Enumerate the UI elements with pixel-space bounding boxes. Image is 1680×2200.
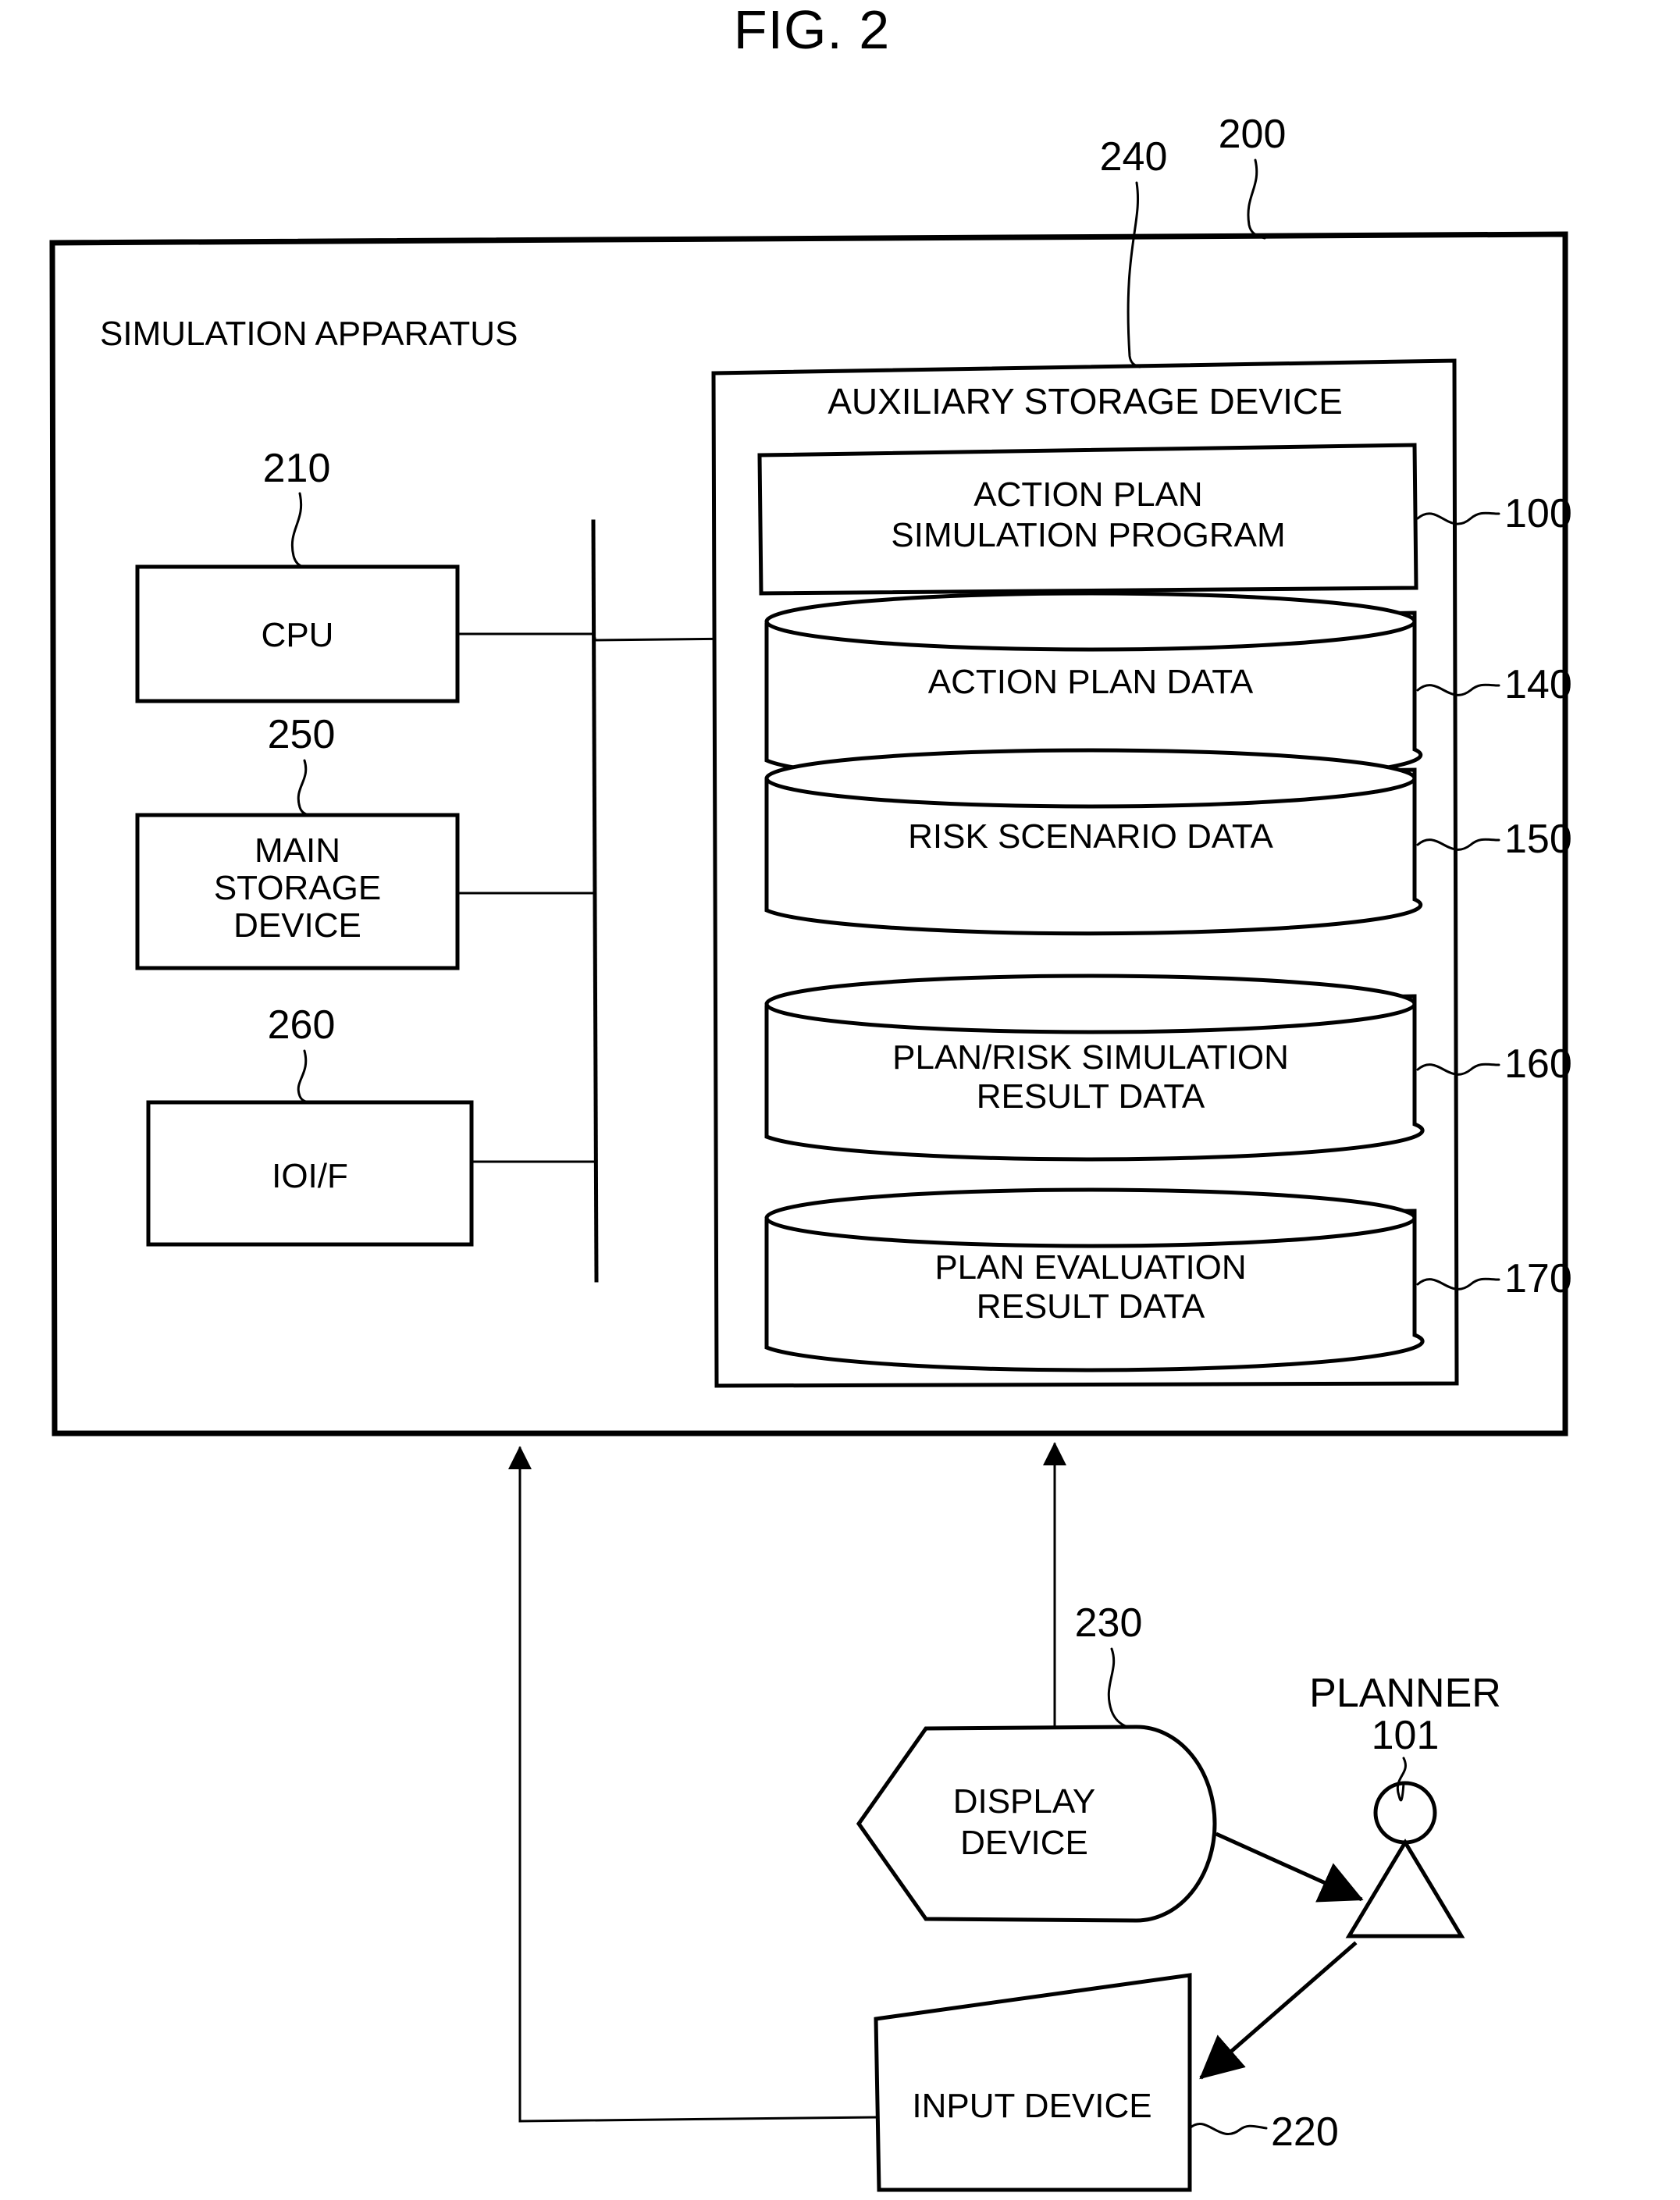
ref-160: 160 <box>1504 1041 1572 1087</box>
main-storage-line-3: DEVICE <box>233 906 361 945</box>
ref-250-leader <box>297 759 311 817</box>
ref-260-leader <box>297 1049 311 1104</box>
display-device-line-2: DEVICE <box>960 1824 1088 1862</box>
ref-220-leader <box>1188 2122 1268 2136</box>
main-storage-line-1: MAIN <box>254 831 340 870</box>
ref-210: 210 <box>263 446 331 491</box>
simulation-apparatus-label: SIMULATION APPARATUS <box>100 315 518 353</box>
risk-scenario-data-label: RISK SCENARIO DATA <box>908 817 1273 856</box>
ref-240: 240 <box>1100 134 1168 180</box>
ref-100: 100 <box>1504 491 1572 536</box>
plan-evaluation-result-data-line-2: RESULT DATA <box>977 1287 1205 1326</box>
patent-figure-svg: FIG. 2 SIMULATION APPARATUS 200 CPU 210 … <box>49 0 1572 2192</box>
display-to-planner-arrow <box>1215 1832 1364 1903</box>
ref-101: 101 <box>1372 1713 1440 1758</box>
figure-title: FIG. 2 <box>734 0 890 60</box>
figure-canvas: FIG. 2 SIMULATION APPARATUS 200 CPU 210 … <box>0 0 1680 2200</box>
io-interface-label: IOI/F <box>272 1157 348 1195</box>
ref-260: 260 <box>268 1002 336 1048</box>
input-device-shape <box>874 1973 1192 2192</box>
ref-150: 150 <box>1504 817 1572 862</box>
plan-risk-simulation-result-data-line-2: RESULT DATA <box>977 1077 1205 1116</box>
ref-200-leader <box>1247 158 1266 240</box>
action-plan-data-label: ACTION PLAN DATA <box>928 663 1254 701</box>
ref-220: 220 <box>1271 2109 1339 2155</box>
ref-250: 250 <box>268 712 336 757</box>
ref-140: 140 <box>1504 662 1572 707</box>
internal-bus <box>456 519 743 1283</box>
ref-230-leader <box>1107 1647 1129 1728</box>
action-plan-simulation-program-line-1: ACTION PLAN <box>973 475 1202 514</box>
input-device-label: INPUT DEVICE <box>912 2087 1151 2125</box>
ref-210-leader <box>290 492 304 568</box>
auxiliary-storage-device-label: AUXILIARY STORAGE DEVICE <box>828 381 1343 422</box>
ref-230: 230 <box>1075 1600 1143 1646</box>
ref-240-leader <box>1127 181 1141 368</box>
ref-170: 170 <box>1504 1256 1572 1301</box>
cpu-label: CPU <box>262 616 334 654</box>
input-to-apparatus-leg <box>518 2116 877 2123</box>
action-plan-simulation-program-line-2: SIMULATION PROGRAM <box>891 516 1285 554</box>
plan-evaluation-result-data-line-1: PLAN EVALUATION <box>934 1248 1246 1287</box>
plan-risk-simulation-result-data-line-1: PLAN/RISK SIMULATION <box>892 1038 1289 1077</box>
planner-to-input-arrow <box>1199 1941 1358 2080</box>
planner-figure <box>1345 1781 1465 1938</box>
main-storage-line-2: STORAGE <box>214 869 381 907</box>
display-device-line-1: DISPLAY <box>953 1782 1096 1821</box>
planner-label: PLANNER <box>1309 1671 1501 1716</box>
ref-200: 200 <box>1219 112 1287 157</box>
